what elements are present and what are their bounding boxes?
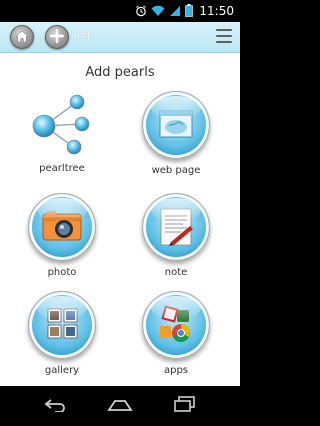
- battery-icon: [185, 2, 194, 21]
- tile-apps[interactable]: apps: [136, 291, 216, 376]
- web-page-icon: [142, 91, 210, 159]
- camera-icon: [28, 193, 96, 261]
- pearltree-icon: [29, 91, 95, 157]
- wifi-icon: [151, 2, 165, 21]
- tile-label: pearltree: [39, 163, 85, 174]
- tile-photo[interactable]: photo: [22, 193, 102, 278]
- recents-icon: [174, 396, 196, 416]
- menu-icon-line: [216, 35, 232, 37]
- orb-gloss: [151, 296, 201, 320]
- add-label[interactable]: add: [71, 30, 90, 41]
- menu-button[interactable]: [216, 29, 232, 43]
- note-icon: [142, 193, 210, 261]
- tile-label: note: [164, 267, 188, 278]
- menu-icon-line: [216, 29, 232, 31]
- tile-pearltree[interactable]: pearltree: [22, 91, 102, 174]
- tile-gallery[interactable]: gallery: [22, 291, 102, 376]
- home-button[interactable]: [10, 25, 34, 49]
- alarm-icon: [135, 2, 147, 21]
- home-nav-button[interactable]: [105, 394, 135, 418]
- back-button[interactable]: [40, 394, 70, 418]
- orb-gloss: [37, 296, 87, 320]
- add-button[interactable]: [45, 25, 69, 49]
- plus-icon: [49, 28, 65, 47]
- tile-label: apps: [163, 365, 189, 376]
- page-title: Add pearls: [85, 65, 155, 80]
- back-icon: [43, 397, 67, 416]
- gallery-icon: [28, 291, 96, 359]
- app-bar: add: [0, 22, 240, 53]
- signal-icon: [169, 2, 181, 21]
- orb-gloss: [151, 198, 201, 222]
- tile-label: web page: [151, 165, 201, 176]
- navigation-bar: [0, 386, 240, 426]
- menu-icon-line: [216, 41, 232, 43]
- recents-button[interactable]: [170, 394, 200, 418]
- orb-gloss: [151, 96, 201, 120]
- status-time: 11:50: [199, 4, 234, 18]
- tile-web-page[interactable]: web page: [136, 91, 216, 176]
- orb-gloss: [37, 198, 87, 222]
- status-bar: 11:50: [0, 0, 240, 22]
- add-pearls-panel: Add pearls pearltree web page photo note…: [0, 53, 240, 386]
- status-icons: 11:50: [135, 3, 234, 19]
- apps-icon: [142, 291, 210, 359]
- home-icon: [15, 28, 29, 47]
- tile-label: photo: [47, 267, 77, 278]
- home-nav-icon: [107, 397, 133, 416]
- phone-screen: 11:50 add Add pearls pearltree web page …: [0, 0, 240, 426]
- tile-label: gallery: [44, 365, 80, 376]
- tile-note[interactable]: note: [136, 193, 216, 278]
